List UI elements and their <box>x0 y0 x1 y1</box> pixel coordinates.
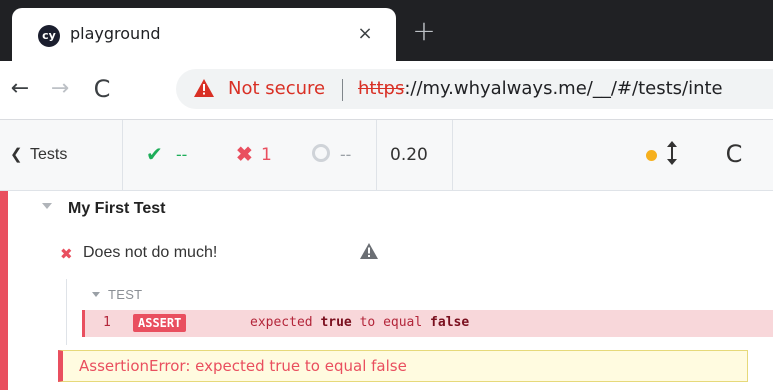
omnibox-separator <box>342 79 343 101</box>
command-row-assert[interactable]: 1 ASSERT expected true to equal false <box>82 310 773 337</box>
tests-label: Tests <box>30 146 68 163</box>
rerun-tests-icon[interactable]: C <box>720 140 748 168</box>
suite-title[interactable]: My First Test <box>68 200 166 218</box>
duration-seconds: 0.20 <box>390 145 428 165</box>
test-title[interactable]: Does not do much! <box>83 244 217 262</box>
chevron-left-icon: ❮ <box>10 146 23 163</box>
warning-triangle-icon[interactable] <box>194 79 214 97</box>
header-divider <box>376 120 377 190</box>
tab-title: playground <box>70 24 161 43</box>
error-message-box[interactable]: AssertionError: expected true to equal f… <box>58 350 748 382</box>
running-indicator-dot <box>646 150 657 161</box>
runnables-panel: My First Test ✖ Does not do much! TEST 1… <box>0 191 773 390</box>
command-message: expected true to equal false <box>250 315 469 330</box>
message-mid: to equal <box>351 315 431 330</box>
caret-down-icon[interactable] <box>42 203 52 209</box>
not-secure-label[interactable]: Not secure <box>228 78 325 99</box>
suite-failed-status-bar <box>0 191 8 390</box>
failed-count: 1 <box>261 145 272 165</box>
command-number: 1 <box>103 315 111 330</box>
tab-close-icon[interactable]: × <box>352 21 378 47</box>
pending-circle-icon <box>312 144 330 162</box>
message-prefix: expected <box>250 315 321 330</box>
url-text[interactable]: https://my.whyalways.me/__/#/tests/inte <box>358 78 723 99</box>
screen: cy playground × + ← → C Not secure https… <box>0 0 773 390</box>
cypress-favicon-icon: cy <box>38 25 60 47</box>
auto-scroll-arrows-icon[interactable] <box>666 140 678 166</box>
error-text: AssertionError: expected true to equal f… <box>79 357 407 375</box>
browser-tab-strip: cy playground × + <box>0 0 773 61</box>
caret-down-icon[interactable] <box>92 292 100 297</box>
passed-count: -- <box>176 145 188 164</box>
pending-count: -- <box>340 145 352 164</box>
browser-toolbar: ← → C Not secure https://my.whyalways.me… <box>0 61 773 120</box>
url-path: ://my.whyalways.me/__/#/tests/inte <box>404 78 723 99</box>
reporter-header: ❮ Tests ✔ -- ✖ 1 -- 0.20 <box>0 120 773 191</box>
new-tab-icon[interactable]: + <box>406 14 442 50</box>
header-divider <box>452 120 453 190</box>
message-expected: false <box>430 315 470 330</box>
browser-tab-playground[interactable]: cy playground × <box>12 8 396 61</box>
test-failed-x-icon: ✖ <box>60 245 73 263</box>
url-scheme: https <box>358 78 405 99</box>
command-name-badge: ASSERT <box>133 314 187 332</box>
back-arrow-icon[interactable]: ← <box>4 73 36 105</box>
browser-reload-icon[interactable]: C <box>86 73 118 105</box>
address-bar[interactable]: Not secure https://my.whyalways.me/__/#/… <box>176 69 773 109</box>
forward-arrow-icon[interactable]: → <box>44 73 76 105</box>
hook-title[interactable]: TEST <box>108 287 142 302</box>
failed-x-icon: ✖ <box>236 144 253 166</box>
message-actual: true <box>320 315 352 330</box>
tests-button[interactable]: ❮ Tests <box>0 120 122 190</box>
warning-triangle-icon <box>360 243 378 259</box>
passed-check-icon: ✔ <box>146 144 163 166</box>
hook-indent-guide <box>66 279 67 345</box>
header-divider <box>122 120 123 190</box>
